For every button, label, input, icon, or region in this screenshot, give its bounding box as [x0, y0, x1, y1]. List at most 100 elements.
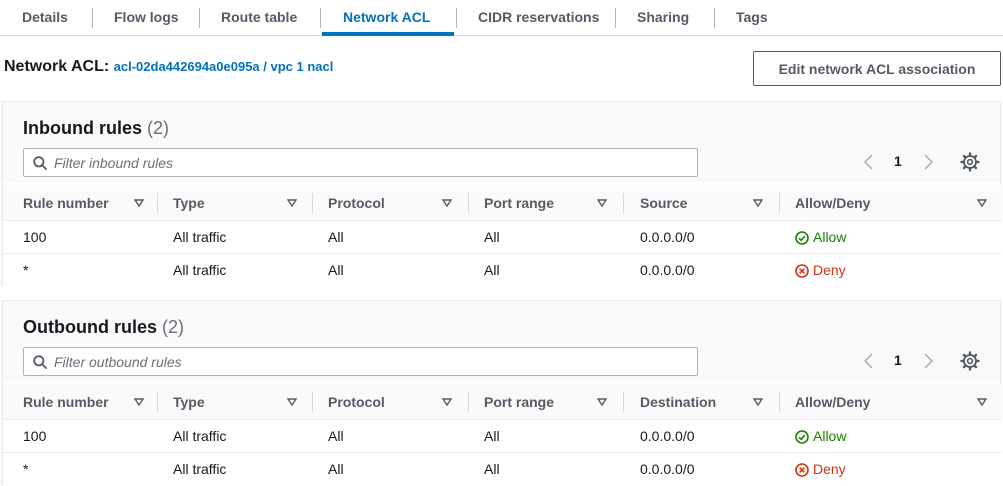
chevron-left-icon[interactable] — [861, 152, 877, 172]
rule-number: * — [23, 262, 29, 278]
network-acl-heading: Network ACL: acl-02da442694a0e095a / vpc… — [4, 58, 333, 76]
col-port-range[interactable]: Port range — [484, 185, 554, 221]
column-divider[interactable] — [779, 193, 780, 213]
tab-divider — [456, 8, 457, 28]
sort-down-icon[interactable] — [597, 198, 607, 208]
rule-protocol: All — [328, 428, 344, 444]
outbound-rules-title: Outbound rules (2) — [23, 317, 184, 338]
x-circle-icon — [795, 264, 809, 278]
check-circle-icon — [795, 430, 809, 444]
column-divider[interactable] — [623, 193, 624, 213]
sort-down-icon[interactable] — [977, 397, 987, 407]
active-tab-indicator — [322, 32, 454, 36]
sort-down-icon[interactable] — [753, 198, 763, 208]
sort-down-icon[interactable] — [597, 397, 607, 407]
status-label: Deny — [813, 461, 846, 477]
inbound-page-number[interactable]: 1 — [894, 153, 902, 169]
network-acl-label: Network ACL: — [4, 58, 110, 75]
col-source[interactable]: Source — [640, 185, 687, 221]
rule-source: 0.0.0.0/0 — [640, 229, 695, 245]
rule-protocol: All — [328, 461, 344, 477]
table-row[interactable]: * All traffic All All 0.0.0.0/0 Deny — [3, 453, 1002, 486]
tab-divider — [714, 8, 715, 28]
sort-down-icon[interactable] — [977, 198, 987, 208]
gear-icon[interactable] — [960, 152, 980, 172]
tab-details[interactable]: Details — [22, 0, 68, 36]
column-divider[interactable] — [468, 193, 469, 213]
sort-down-icon[interactable] — [442, 397, 452, 407]
status-label: Allow — [813, 428, 847, 444]
rule-type: All traffic — [173, 229, 227, 245]
gear-icon[interactable] — [960, 351, 980, 371]
col-allow-deny[interactable]: Allow/Deny — [795, 384, 870, 420]
tab-flow-logs[interactable]: Flow logs — [114, 0, 179, 36]
tab-tags[interactable]: Tags — [736, 0, 768, 36]
col-type[interactable]: Type — [173, 185, 205, 221]
outbound-page-number[interactable]: 1 — [894, 352, 902, 368]
check-circle-icon — [795, 231, 809, 245]
sort-down-icon[interactable] — [287, 198, 297, 208]
inbound-title-text: Inbound rules — [23, 118, 142, 138]
sort-down-icon[interactable] — [287, 397, 297, 407]
rule-port-range: All — [484, 428, 500, 444]
tab-sharing[interactable]: Sharing — [637, 0, 689, 36]
rule-protocol: All — [328, 262, 344, 278]
column-divider[interactable] — [312, 193, 313, 213]
column-divider[interactable] — [623, 392, 624, 412]
inbound-table-header: Rule number Type Protocol Port range Sou… — [3, 185, 1002, 221]
status-label: Allow — [813, 229, 847, 245]
col-port-range[interactable]: Port range — [484, 384, 554, 420]
sort-down-icon[interactable] — [442, 198, 452, 208]
col-destination[interactable]: Destination — [640, 384, 716, 420]
rule-port-range: All — [484, 461, 500, 477]
rule-source: 0.0.0.0/0 — [640, 262, 695, 278]
sort-down-icon[interactable] — [134, 397, 144, 407]
chevron-right-icon[interactable] — [920, 351, 936, 371]
inbound-count: (2) — [147, 118, 170, 138]
tab-divider — [320, 8, 321, 28]
chevron-right-icon[interactable] — [920, 152, 936, 172]
outbound-count: (2) — [162, 317, 185, 337]
x-circle-icon — [795, 463, 809, 477]
tab-divider — [615, 8, 616, 28]
chevron-left-icon[interactable] — [861, 351, 877, 371]
inbound-rules-title: Inbound rules (2) — [23, 118, 169, 139]
col-rule-number[interactable]: Rule number — [23, 384, 109, 420]
tab-route-table[interactable]: Route table — [221, 0, 297, 36]
column-divider[interactable] — [157, 392, 158, 412]
column-divider[interactable] — [157, 193, 158, 213]
column-divider[interactable] — [779, 392, 780, 412]
outbound-filter[interactable] — [23, 347, 698, 376]
inbound-pagination: 1 — [861, 152, 939, 172]
search-icon — [33, 355, 47, 369]
table-row[interactable]: 100 All traffic All All 0.0.0.0/0 Allow — [3, 420, 1002, 453]
status-label: Deny — [813, 262, 846, 278]
sort-down-icon[interactable] — [134, 198, 144, 208]
outbound-rules-panel: Outbound rules (2) 1 Rule number Type Pr… — [2, 300, 1002, 486]
rule-type: All traffic — [173, 262, 227, 278]
rule-type: All traffic — [173, 461, 227, 477]
network-acl-link[interactable]: acl-02da442694a0e095a / vpc 1 nacl — [114, 59, 334, 74]
rule-port-range: All — [484, 229, 500, 245]
sort-down-icon[interactable] — [753, 397, 763, 407]
col-protocol[interactable]: Protocol — [328, 384, 385, 420]
rule-number: * — [23, 461, 29, 477]
tab-cidr-reservations[interactable]: CIDR reservations — [478, 0, 599, 36]
rule-port-range: All — [484, 262, 500, 278]
column-divider[interactable] — [312, 392, 313, 412]
col-type[interactable]: Type — [173, 384, 205, 420]
inbound-filter[interactable] — [23, 148, 698, 177]
rule-protocol: All — [328, 229, 344, 245]
outbound-table-header: Rule number Type Protocol Port range Des… — [3, 384, 1002, 420]
tab-divider — [199, 8, 200, 28]
column-divider[interactable] — [468, 392, 469, 412]
inbound-filter-input[interactable] — [54, 153, 654, 173]
col-protocol[interactable]: Protocol — [328, 185, 385, 221]
table-row[interactable]: * All traffic All All 0.0.0.0/0 Deny — [3, 254, 1002, 287]
edit-network-acl-association-button[interactable]: Edit network ACL association — [753, 51, 1001, 86]
col-allow-deny[interactable]: Allow/Deny — [795, 185, 870, 221]
tab-network-acl[interactable]: Network ACL — [343, 0, 430, 36]
table-row[interactable]: 100 All traffic All All 0.0.0.0/0 Allow — [3, 221, 1002, 254]
outbound-filter-input[interactable] — [54, 352, 654, 372]
col-rule-number[interactable]: Rule number — [23, 185, 109, 221]
